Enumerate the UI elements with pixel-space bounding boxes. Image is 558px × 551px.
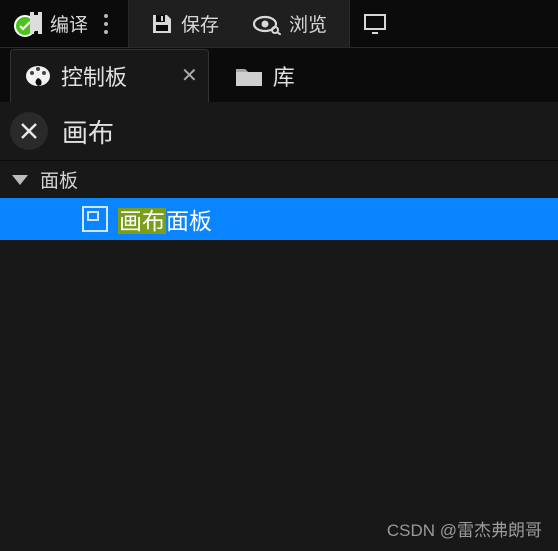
compile-icon [14,11,42,37]
compile-section: 编译 [0,0,129,47]
save-label: 保存 [181,10,219,37]
main-toolbar: 编译 保存 浏览 [0,0,558,48]
search-input[interactable] [62,108,558,154]
close-icon [20,122,38,140]
folder-icon [235,65,263,87]
watermark: CSDN @雷杰弗朗哥 [387,516,542,541]
panel-tabs: 控制板 ✕ 库 [0,48,558,102]
search-row [0,102,558,160]
tab-close-button[interactable]: ✕ [181,66,198,86]
palette-icon [25,64,51,88]
save-icon [151,13,173,35]
save-button[interactable]: 保存 [151,10,219,37]
browse-button[interactable]: 浏览 [253,10,327,37]
collapse-icon[interactable] [12,175,28,185]
compile-label: 编译 [50,10,88,37]
save-browse-section: 保存 浏览 [129,0,350,47]
compile-button[interactable]: 编译 [14,10,88,37]
monitor-icon[interactable] [364,14,386,34]
section-label: 面板 [40,166,78,193]
browse-label: 浏览 [289,10,327,37]
tab-library-label: 库 [273,60,295,92]
tab-control-panel-label: 控制板 [61,60,127,92]
panel-section-header[interactable]: 面板 [0,160,558,198]
browse-icon [253,13,281,35]
clear-search-button[interactable] [10,112,48,150]
tree-item-label: 画布面板 [118,202,212,236]
compile-menu-button[interactable] [98,14,114,34]
tree-item-canvas-panel[interactable]: 画布面板 [0,198,558,240]
panel-widget-icon [82,206,108,232]
tab-control-panel[interactable]: 控制板 ✕ [10,49,209,102]
extra-section [350,0,400,47]
content-area [0,240,558,551]
tab-library[interactable]: 库 [221,50,309,102]
